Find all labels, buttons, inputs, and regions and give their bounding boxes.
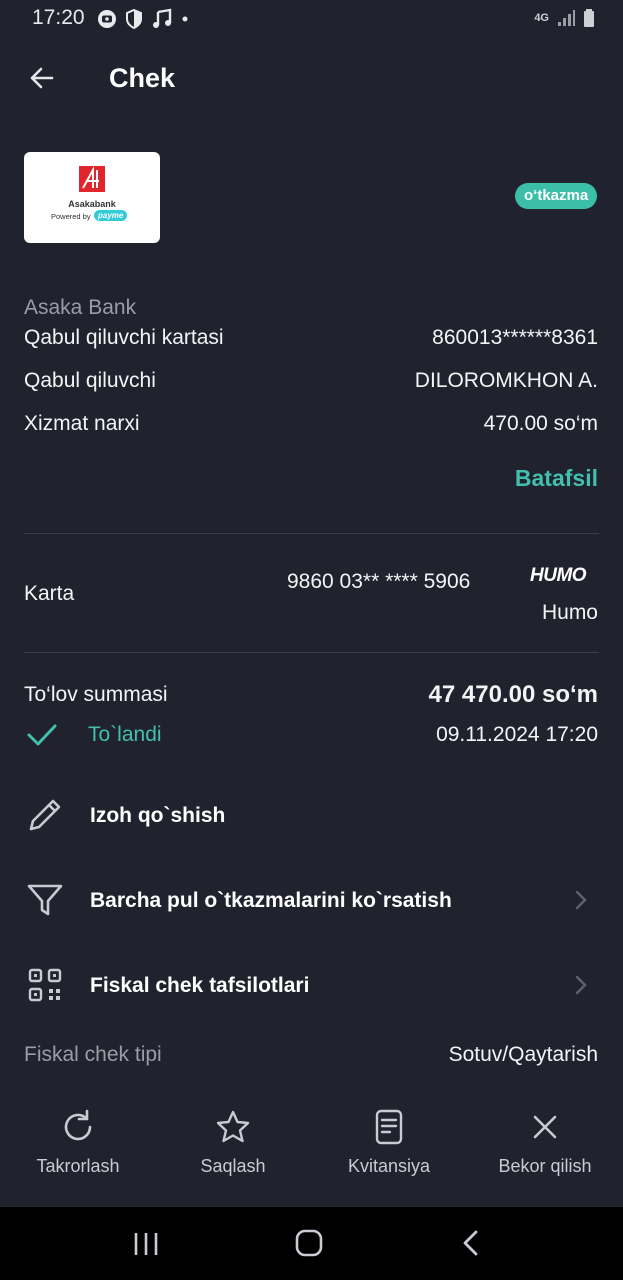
receipt-button[interactable]: Kvitansiya [314, 1108, 464, 1177]
payment-amount: 47 470.00 so‘m [428, 681, 598, 708]
transfer-type-badge: o‘tkazma [515, 183, 598, 209]
system-navigation-bar [0, 1207, 623, 1280]
recipient-value: DILOROMKHON A. [414, 369, 598, 392]
asakabank-logo-icon [79, 166, 105, 192]
cancel-button[interactable]: Bekor qilish [470, 1108, 620, 1177]
add-comment-label: Izoh qo`shish [90, 804, 226, 827]
save-label: Saqlash [200, 1156, 266, 1176]
cancel-label: Bekor qilish [498, 1156, 592, 1176]
card-brand: Humo [541, 601, 598, 624]
back-nav-button[interactable] [460, 1229, 482, 1257]
qr-code-icon [28, 968, 62, 1002]
bank-name: Asaka Bank [24, 296, 137, 319]
close-icon [533, 1115, 557, 1139]
payment-datetime: 09.11.2024 17:20 [436, 723, 598, 746]
page-title: Chek [109, 63, 176, 93]
back-button[interactable] [26, 62, 58, 94]
recipient-label: Qabul qiluvchi [24, 369, 156, 392]
screen-record-icon [98, 10, 116, 28]
fiscal-receipt-details-label: Fiskal chek tafsilotlari [90, 974, 310, 997]
filter-icon [27, 884, 63, 916]
show-all-transfers-label: Barcha pul o`tkazmalarini ko`rsatish [90, 889, 452, 912]
card-label: Karta [24, 582, 75, 605]
shield-icon [126, 9, 142, 29]
music-icon [153, 8, 172, 28]
recent-apps-button[interactable] [132, 1231, 160, 1257]
add-comment-button[interactable]: Izoh qo`shish [0, 785, 623, 845]
save-button[interactable]: Saqlash [158, 1108, 308, 1177]
check-icon [27, 724, 57, 746]
logo-payme: payme [94, 210, 128, 221]
arrow-left-icon [30, 67, 54, 89]
pencil-icon [29, 799, 61, 831]
fiscal-receipt-details-button[interactable]: Fiskal chek tafsilotlari [0, 955, 623, 1015]
status-bar: 17:20 4G [0, 0, 623, 40]
dot-icon [182, 16, 188, 22]
battery-icon [584, 9, 594, 27]
payment-amount-label: To‘lov summasi [24, 683, 168, 706]
show-all-transfers-button[interactable]: Barcha pul o`tkazmalarini ko`rsatish [0, 870, 623, 930]
merchant-logo: Asakabank Powered by payme [24, 152, 160, 243]
logo-powered-by: Powered by [51, 212, 91, 221]
repeat-button[interactable]: Takrorlash [3, 1108, 153, 1177]
repeat-label: Takrorlash [36, 1156, 120, 1176]
card-number: 9860 03** **** 5906 [287, 570, 471, 593]
home-button[interactable] [294, 1228, 324, 1258]
details-link[interactable]: Batafsil [515, 465, 598, 492]
status-time: 17:20 [32, 6, 85, 29]
payment-status: To`landi [88, 723, 162, 746]
star-icon [216, 1110, 250, 1143]
receipt-label: Kvitansiya [347, 1156, 431, 1176]
network-type: 4G [534, 12, 549, 24]
service-fee-value: 470.00 so‘m [483, 412, 598, 435]
divider [24, 652, 599, 653]
divider [24, 533, 599, 534]
recipient-card-value: 860013******8361 [432, 326, 598, 349]
signal-icon [558, 10, 575, 26]
humo-logo: HUMO [530, 565, 587, 586]
logo-name: Asakabank [68, 199, 116, 209]
fiscal-type-value: Sotuv/Qaytarish [448, 1043, 598, 1066]
receipt-icon [375, 1109, 403, 1145]
service-fee-label: Xizmat narxi [24, 412, 140, 435]
chevron-right-icon [575, 890, 587, 910]
status-notification-icons [97, 8, 189, 30]
recipient-card-label: Qabul qiluvchi kartasi [24, 326, 224, 349]
fiscal-type-label: Fiskal chek tipi [24, 1043, 162, 1066]
status-system-icons: 4G [534, 8, 595, 28]
repeat-icon [64, 1109, 92, 1141]
chevron-right-icon [575, 975, 587, 995]
